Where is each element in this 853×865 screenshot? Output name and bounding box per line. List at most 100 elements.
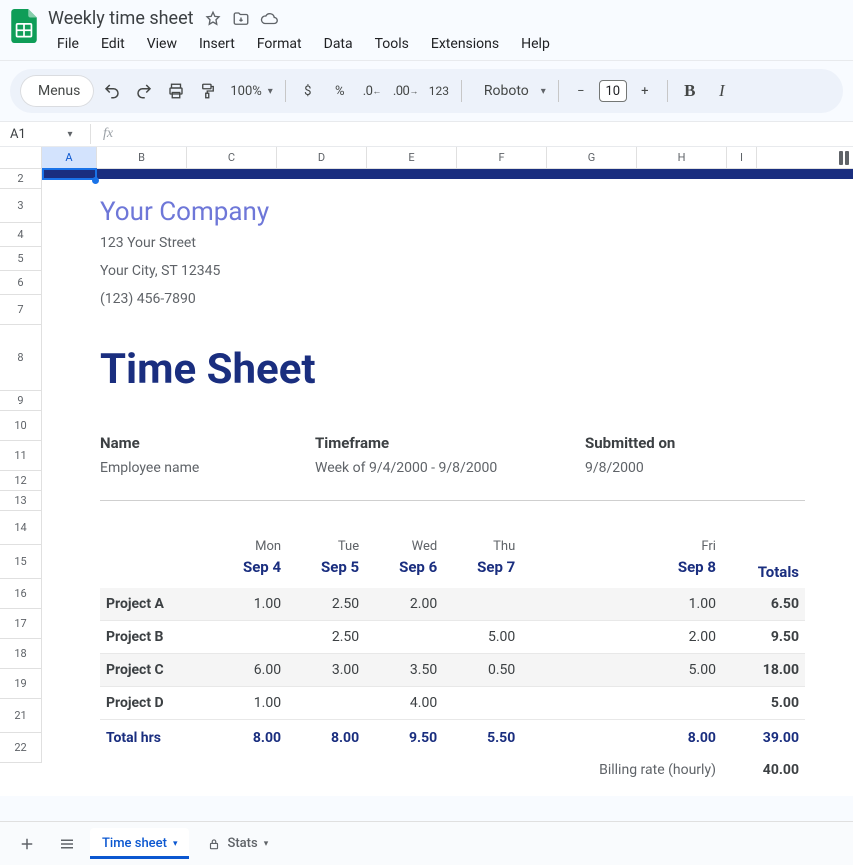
hours-cell[interactable]: 2.00 (365, 588, 443, 621)
row-header[interactable]: 16 (0, 579, 42, 609)
menu-data[interactable]: Data (315, 32, 362, 56)
page-title[interactable]: Time Sheet (100, 345, 805, 394)
font-family-select[interactable]: Roboto (474, 83, 535, 99)
row-header[interactable]: 21 (0, 699, 42, 733)
total-cell[interactable]: 8.00 (521, 720, 722, 755)
row-total-cell[interactable]: 6.50 (722, 588, 805, 621)
value-timeframe[interactable]: Week of 9/4/2000 - 9/8/2000 (315, 460, 585, 476)
font-size-input[interactable]: 10 (599, 80, 627, 102)
day-header[interactable]: Thu (443, 537, 521, 556)
column-header[interactable]: B (97, 147, 187, 168)
bold-button[interactable]: B (676, 77, 704, 105)
row-total-cell[interactable]: 18.00 (722, 654, 805, 687)
menu-insert[interactable]: Insert (190, 32, 244, 56)
row-header[interactable]: 5 (0, 247, 42, 271)
grand-total-cell[interactable]: 39.00 (722, 720, 805, 755)
billing-rate-label[interactable]: Billing rate (hourly) (521, 754, 722, 786)
font-caret-icon[interactable]: ▾ (541, 86, 546, 97)
row-header[interactable]: 19 (0, 669, 42, 699)
column-header[interactable]: A (42, 147, 97, 168)
hours-cell[interactable]: 2.00 (521, 621, 722, 654)
menu-help[interactable]: Help (512, 32, 559, 56)
row-header[interactable]: 18 (0, 639, 42, 669)
row-header[interactable]: 17 (0, 609, 42, 639)
hours-cell[interactable]: 1.00 (209, 687, 287, 720)
row-header[interactable]: 2 (0, 169, 42, 189)
cloud-status-icon[interactable] (260, 10, 278, 28)
hours-cell[interactable] (209, 621, 287, 654)
total-cell[interactable]: 8.00 (287, 720, 365, 755)
value-name[interactable]: Employee name (100, 460, 315, 476)
hours-cell[interactable]: 3.00 (287, 654, 365, 687)
star-icon[interactable] (204, 10, 222, 28)
row-total-cell[interactable]: 9.50 (722, 621, 805, 654)
row-header[interactable]: 11 (0, 441, 42, 471)
day-header[interactable]: Tue (287, 537, 365, 556)
company-name[interactable]: Your Company (100, 197, 805, 227)
menu-view[interactable]: View (138, 32, 186, 56)
row-header[interactable]: 14 (0, 511, 42, 545)
column-header[interactable]: E (367, 147, 457, 168)
all-sheets-button[interactable] (50, 827, 84, 861)
column-header[interactable]: D (277, 147, 367, 168)
menu-tools[interactable]: Tools (366, 32, 418, 56)
increase-decimal-button[interactable]: .00→ (390, 77, 421, 105)
column-header[interactable]: G (547, 147, 637, 168)
row-header[interactable]: 22 (0, 733, 42, 763)
sheet-canvas[interactable]: Your Company 123 Your Street Your City, … (42, 169, 853, 796)
project-name[interactable]: Project A (100, 588, 209, 621)
decrease-font-button[interactable]: − (567, 77, 595, 105)
company-address2[interactable]: Your City, ST 12345 (100, 259, 805, 283)
column-header[interactable]: I (727, 147, 757, 168)
hours-cell[interactable]: 3.50 (365, 654, 443, 687)
project-name[interactable]: Project B (100, 621, 209, 654)
italic-button[interactable]: I (708, 77, 736, 105)
hours-cell[interactable]: 5.00 (521, 654, 722, 687)
column-header[interactable]: F (457, 147, 547, 168)
menu-edit[interactable]: Edit (92, 32, 134, 56)
project-name[interactable]: Project C (100, 654, 209, 687)
select-all-corner[interactable] (0, 147, 42, 168)
value-submitted[interactable]: 9/8/2000 (585, 460, 805, 476)
day-header[interactable]: Mon (209, 537, 287, 556)
tab-caret-icon[interactable]: ▾ (173, 839, 178, 849)
hours-cell[interactable]: 0.50 (443, 654, 521, 687)
total-cell[interactable]: 5.50 (443, 720, 521, 755)
menu-format[interactable]: Format (248, 32, 311, 56)
day-header[interactable]: Wed (365, 537, 443, 556)
hours-cell[interactable]: 1.00 (209, 588, 287, 621)
hours-cell[interactable] (365, 621, 443, 654)
number-format-button[interactable]: 123 (425, 77, 453, 105)
column-overflow-icon[interactable] (839, 151, 849, 165)
hours-cell[interactable]: 1.00 (521, 588, 722, 621)
row-header[interactable]: 7 (0, 295, 42, 325)
row-total-cell[interactable]: 5.00 (722, 687, 805, 720)
document-title[interactable]: Weekly time sheet (48, 8, 194, 29)
hours-cell[interactable] (521, 687, 722, 720)
row-header[interactable]: 9 (0, 391, 42, 411)
currency-button[interactable]: $ (294, 77, 322, 105)
row-header[interactable]: 10 (0, 411, 42, 441)
zoom-caret-icon[interactable]: ▾ (268, 86, 273, 97)
menu-file[interactable]: File (48, 32, 88, 56)
zoom-level[interactable]: 100% (230, 84, 261, 99)
column-header[interactable]: H (637, 147, 727, 168)
row-header[interactable]: 4 (0, 223, 42, 247)
column-header[interactable]: C (187, 147, 277, 168)
total-cell[interactable]: 8.00 (209, 720, 287, 755)
formula-input[interactable] (125, 122, 853, 146)
redo-button[interactable] (130, 77, 158, 105)
label-name[interactable]: Name (100, 434, 315, 452)
undo-button[interactable] (98, 77, 126, 105)
name-box[interactable]: A1 (0, 127, 50, 142)
company-address1[interactable]: 123 Your Street (100, 231, 805, 255)
date-header[interactable]: Sep 4 (209, 556, 287, 588)
totals-header[interactable]: Totals (722, 556, 805, 588)
row-header[interactable]: 6 (0, 271, 42, 295)
paint-format-button[interactable] (194, 77, 222, 105)
date-header[interactable]: Sep 8 (521, 556, 722, 588)
label-timeframe[interactable]: Timeframe (315, 434, 585, 452)
sheets-app-icon[interactable] (8, 6, 40, 46)
name-box-caret-icon[interactable]: ▾ (50, 129, 90, 140)
row-header[interactable]: 8 (0, 325, 42, 391)
